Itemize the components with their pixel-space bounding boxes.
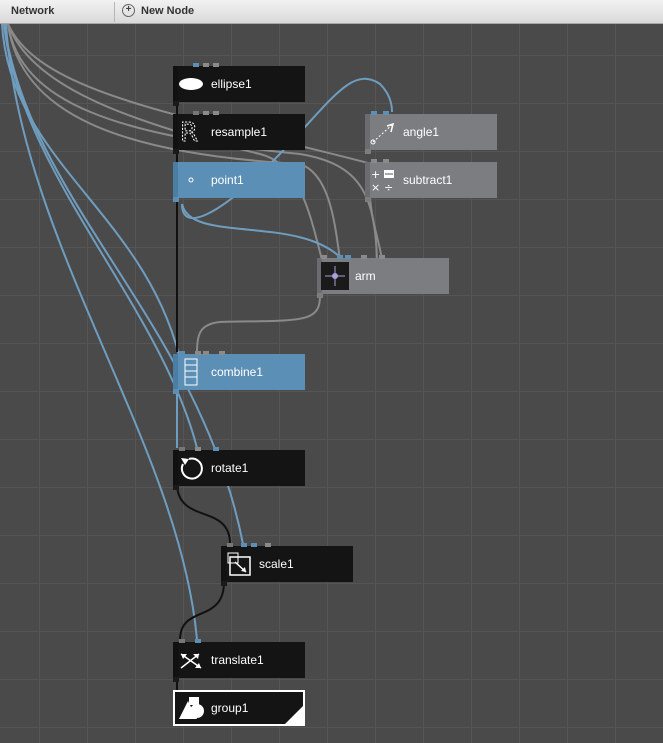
input-port[interactable] [383,111,389,115]
node-label: resample1 [211,125,268,139]
input-port[interactable] [195,639,201,643]
node-label: translate1 [211,653,264,667]
input-port[interactable] [195,351,201,355]
node-combine1[interactable]: combine1 [173,351,305,394]
svg-text:×: × [371,181,380,194]
input-port[interactable] [193,63,199,67]
node-label: point1 [211,173,244,187]
input-port[interactable] [241,543,247,547]
input-port[interactable] [361,255,367,259]
new-node-button[interactable]: + New Node [122,4,194,17]
node-label: group1 [211,701,249,715]
network-label: Network [11,5,55,17]
input-port[interactable] [203,111,209,115]
wire [176,485,231,545]
node-point1[interactable]: point1 [173,162,305,202]
input-port[interactable] [227,543,233,547]
network-toolbar: Network + New Node [0,0,663,24]
network-canvas[interactable]: ellipse1 R resample1 point1 angle1 + × ÷… [0,24,663,743]
node-translate1[interactable]: translate1 [173,639,305,682]
new-node-label: New Node [141,4,195,17]
svg-text:÷: ÷ [384,181,393,194]
translate-icon [177,646,205,674]
node-rotate1[interactable]: rotate1 [173,447,305,490]
node-arm[interactable]: arm [317,255,449,298]
input-port[interactable] [383,159,389,163]
input-port[interactable] [195,447,201,451]
wire [179,581,225,641]
node-label: subtract1 [403,173,453,187]
point-icon [177,166,205,194]
input-port[interactable] [179,447,185,451]
wire [3,24,198,449]
input-port[interactable] [213,447,219,451]
input-port[interactable] [213,63,219,67]
node-subtract1[interactable]: + × ÷ subtract1 [365,159,497,202]
arm-icon [321,262,349,290]
resample-icon: R [177,118,205,146]
group-icon [177,694,205,722]
input-port[interactable] [193,111,199,115]
angle-icon [369,118,397,146]
input-port[interactable] [219,351,225,355]
scale-icon [225,550,253,578]
combine-icon [177,358,205,386]
node-label: arm [355,269,376,283]
ellipse-icon [177,70,205,98]
input-port[interactable] [337,255,343,259]
toolbar-divider [114,2,115,22]
node-label: combine1 [211,365,264,379]
svg-text:+: + [371,168,380,181]
node-angle1[interactable]: angle1 [365,111,497,154]
input-port[interactable] [371,111,377,115]
connection-wires [1,24,393,690]
input-port[interactable] [371,159,377,163]
node-label: ellipse1 [211,77,252,91]
node-scale1[interactable]: scale1 [221,543,353,586]
node-group1[interactable]: group1 [173,690,305,726]
node-label: rotate1 [211,461,249,475]
node-label: angle1 [403,125,440,139]
input-port[interactable] [265,543,271,547]
input-port[interactable] [179,351,185,355]
math-icon: + × ÷ [369,166,397,194]
svg-text:R: R [180,119,198,145]
input-port[interactable] [179,639,185,643]
rotate-icon [177,454,205,482]
wire [196,295,321,353]
input-port[interactable] [251,543,257,547]
input-port[interactable] [321,255,327,259]
input-port[interactable] [203,351,209,355]
render-flag-icon [285,706,303,724]
node-ellipse1[interactable]: ellipse1 [173,63,305,106]
input-port[interactable] [213,111,219,115]
plus-circle-icon: + [122,4,135,17]
input-port[interactable] [379,255,385,259]
node-resample1[interactable]: R resample1 [173,111,305,154]
input-port[interactable] [345,255,351,259]
node-label: scale1 [259,557,294,571]
input-port[interactable] [203,63,209,67]
